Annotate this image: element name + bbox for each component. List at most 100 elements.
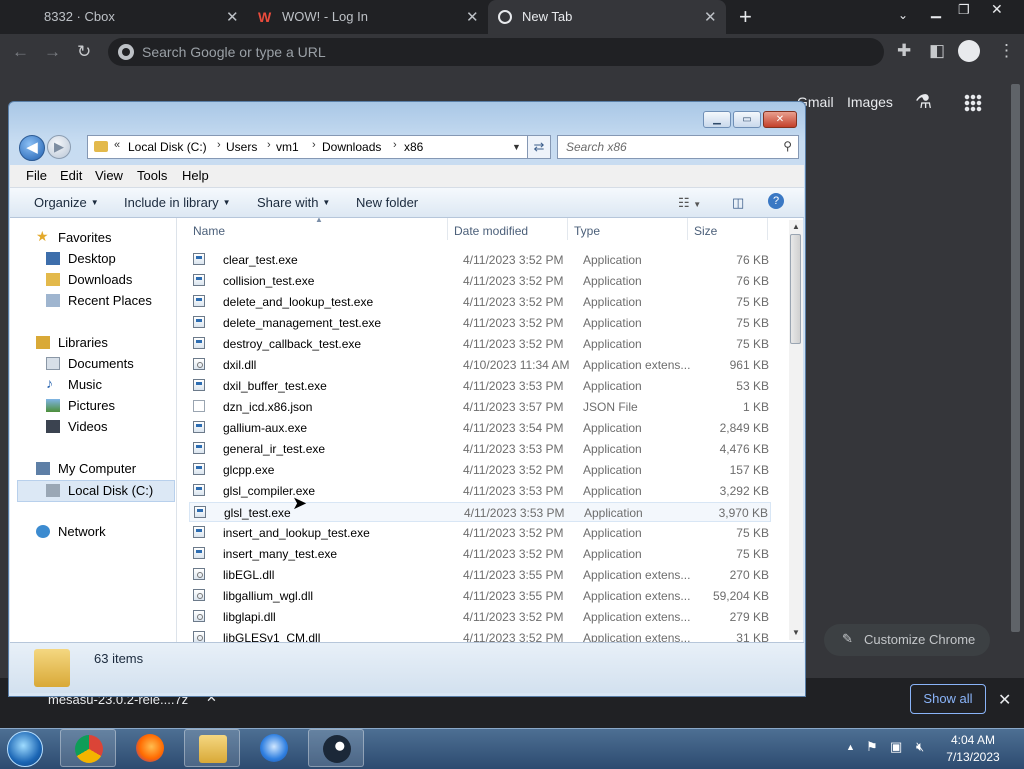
share-with-button[interactable]: Share with ▼ (257, 195, 330, 210)
nav-pictures[interactable]: Pictures (46, 398, 166, 414)
close-button[interactable]: ✕ (763, 111, 797, 128)
labs-flask-icon[interactable]: ⚗ (915, 91, 932, 114)
nav-libraries[interactable]: Libraries (36, 335, 156, 351)
nav-videos[interactable]: Videos (46, 419, 166, 435)
breadcrumb-separator-icon[interactable]: › (393, 139, 397, 151)
clock[interactable]: 4:04 AM 7/13/2023 (944, 733, 1002, 764)
action-center-flag-icon[interactable]: ⚑ (866, 739, 878, 755)
nav-recent-places[interactable]: Recent Places (46, 293, 166, 309)
file-row[interactable]: libgallium_wgl.dll 4/11/2023 3:55 PM Appli… (189, 586, 771, 606)
chrome-menu-icon[interactable]: ⋮ (998, 41, 1015, 61)
menu-help[interactable]: Help (182, 168, 209, 183)
file-row[interactable]: destroy_callback_test.exe 4/11/2023 3:52 … (189, 334, 771, 354)
nav-my-computer[interactable]: My Computer (36, 461, 156, 477)
close-icon[interactable]: ✕ (704, 8, 717, 26)
new-tab-button[interactable]: + (739, 4, 752, 30)
taskbar-firefox[interactable] (122, 729, 178, 767)
file-row[interactable]: libEGL.dll 4/11/2023 3:55 PM Application e… (189, 565, 771, 585)
nav-downloads[interactable]: Downloads (46, 272, 166, 288)
nav-desktop[interactable]: Desktop (46, 251, 166, 267)
tab-search-chevron-icon[interactable]: ⌄ (898, 8, 908, 22)
breadcrumb-separator-icon[interactable]: › (312, 139, 316, 151)
file-row[interactable]: dxil.dll 4/10/2023 11:34 AM Application ex… (189, 355, 771, 375)
show-all-button[interactable]: Show all (910, 684, 986, 714)
breadcrumb-local-disk[interactable]: Local Disk (C:) (128, 140, 207, 154)
file-row[interactable]: dzn_icd.x86.json 4/11/2023 3:57 PM JSON Fi… (189, 397, 771, 417)
organize-button[interactable]: Organize ▼ (34, 195, 99, 210)
column-type[interactable]: Type (574, 224, 600, 238)
start-button[interactable] (7, 731, 43, 767)
extensions-puzzle-icon[interactable]: ✚ (897, 41, 911, 61)
breadcrumb-vm1[interactable]: vm1 (276, 140, 299, 154)
file-row[interactable]: clear_test.exe 4/11/2023 3:52 PM Applicati… (189, 250, 771, 270)
taskbar-steam[interactable] (308, 729, 364, 767)
new-folder-button[interactable]: New folder (356, 195, 418, 210)
scroll-up-arrow-icon[interactable]: ▲ (792, 222, 800, 231)
scrollbar-thumb[interactable] (790, 234, 801, 344)
refresh-icon[interactable]: ⇄ (527, 135, 551, 159)
profile-avatar-icon[interactable] (958, 40, 980, 62)
close-icon[interactable]: ✕ (466, 8, 479, 26)
preview-pane-icon[interactable]: ◫ (732, 195, 744, 211)
file-row[interactable]: collision_test.exe 4/11/2023 3:52 PM Appli… (189, 271, 771, 291)
menu-tools[interactable]: Tools (137, 168, 167, 183)
back-button[interactable]: ◀ (19, 135, 45, 161)
scroll-down-arrow-icon[interactable]: ▼ (792, 628, 800, 637)
file-row[interactable]: general_ir_test.exe 4/11/2023 3:53 PM Appl… (189, 439, 771, 459)
breadcrumb-downloads[interactable]: Downloads (322, 140, 381, 154)
breadcrumb-users[interactable]: Users (226, 140, 257, 154)
taskbar-file-explorer[interactable] (184, 729, 240, 767)
forward-arrow-icon[interactable]: → (44, 42, 61, 62)
scrollbar-thumb[interactable] (1011, 84, 1020, 632)
file-row[interactable]: delete_management_test.exe 4/11/2023 3:52… (189, 313, 771, 333)
minimize-icon[interactable]: ▁ (931, 3, 941, 19)
nav-local-disk[interactable]: Local Disk (C:) (17, 480, 175, 502)
images-link[interactable]: Images (847, 94, 893, 110)
show-hidden-icons-chevron-icon[interactable]: ▲ (846, 742, 855, 752)
column-size[interactable]: Size (694, 224, 717, 238)
network-icon[interactable]: ▣ (890, 739, 902, 755)
address-bar[interactable]: « Local Disk (C:) › Users › vm1 › Downlo… (87, 135, 533, 159)
breadcrumb-separator-icon[interactable]: › (267, 139, 271, 151)
file-row[interactable]: gallium-aux.exe 4/11/2023 3:54 PM Applicat… (189, 418, 771, 438)
change-view-icon[interactable]: ☷ ▼ (678, 195, 701, 211)
file-row[interactable]: dxil_buffer_test.exe 4/11/2023 3:53 PM App… (189, 376, 771, 396)
file-row[interactable]: libglapi.dll 4/11/2023 3:52 PM Application… (189, 607, 771, 627)
dropdown-arrow-icon[interactable]: ▼ (512, 142, 521, 152)
nav-music[interactable]: ♪ Music (46, 375, 166, 393)
volume-muted-icon[interactable]: 🔇︎ (916, 739, 924, 755)
maximize-button[interactable]: ▭ (733, 111, 761, 128)
breadcrumb-x86[interactable]: x86 (404, 140, 423, 154)
tab-cbox[interactable]: 8332 · Cbox ✕ (0, 0, 248, 34)
menu-view[interactable]: View (95, 168, 123, 183)
breadcrumb-separator-icon[interactable]: › (217, 139, 221, 151)
file-row[interactable]: glcpp.exe 4/11/2023 3:52 PM Application 157… (189, 460, 771, 480)
file-row[interactable]: libGLESv1_CM.dll 4/11/2023 3:52 PM Applica… (189, 628, 771, 642)
include-in-library-button[interactable]: Include in library ▼ (124, 195, 231, 210)
page-scrollbar[interactable] (1008, 72, 1024, 672)
menu-edit[interactable]: Edit (60, 168, 82, 183)
nav-network[interactable]: Network (36, 524, 156, 540)
customize-chrome-button[interactable]: ✎ Customize Chrome (824, 624, 990, 656)
file-row[interactable]: insert_and_lookup_test.exe 4/11/2023 3:52… (189, 523, 771, 543)
file-row[interactable]: insert_many_test.exe 4/11/2023 3:52 PM App… (189, 544, 771, 564)
google-apps-icon[interactable] (964, 94, 982, 112)
menu-file[interactable]: File (26, 168, 47, 183)
omnibox[interactable]: Search Google or type a URL (108, 38, 884, 66)
taskbar-thunderbird[interactable] (246, 729, 302, 767)
taskbar-chrome[interactable] (60, 729, 116, 767)
minimize-button[interactable]: ▁ (703, 111, 731, 128)
close-window-icon[interactable]: ✕ (991, 1, 1003, 18)
column-date-modified[interactable]: Date modified (454, 224, 528, 238)
vertical-scrollbar[interactable]: ▲ ▼ (789, 220, 803, 640)
tab-wow[interactable]: W WOW! - Log In ✕ (248, 0, 488, 34)
side-panel-icon[interactable]: ◧ (929, 41, 945, 61)
search-input[interactable]: Search x86 ⚲ (557, 135, 799, 159)
file-row[interactable]: delete_and_lookup_test.exe 4/11/2023 3:52… (189, 292, 771, 312)
restore-icon[interactable]: ❐ (958, 2, 970, 18)
close-icon[interactable]: ✕ (226, 8, 239, 26)
close-download-bar-icon[interactable]: ✕ (998, 690, 1011, 710)
file-row[interactable]: glsl_compiler.exe 4/11/2023 3:53 PM Applic… (189, 481, 771, 501)
nav-favorites[interactable]: ★ Favorites (36, 228, 156, 246)
search-icon[interactable]: ⚲ (783, 139, 792, 153)
